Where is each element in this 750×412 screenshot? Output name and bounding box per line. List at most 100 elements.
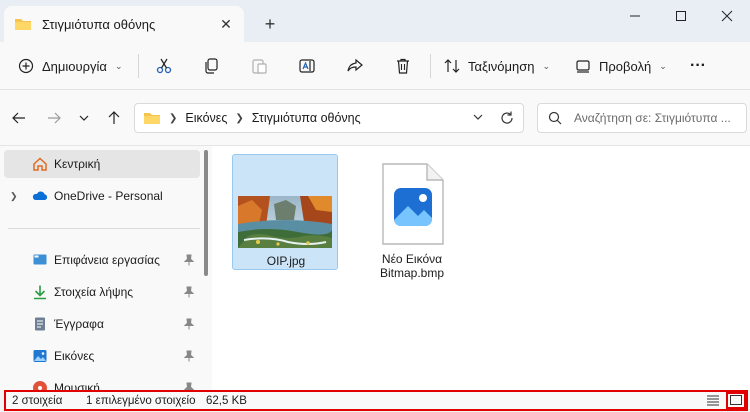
scissors-icon (156, 58, 172, 74)
folder-icon (15, 19, 31, 30)
documents-icon (35, 317, 45, 331)
navigation-bar: ❯ Εικόνες ❯ Στιγμιότυπα οθόνης Αναζήτηση… (0, 90, 750, 146)
forward-button[interactable] (44, 108, 64, 128)
chevron-down-icon: ⌄ (542, 60, 550, 71)
refresh-button[interactable] (499, 110, 515, 129)
new-tab-button[interactable]: + (258, 12, 282, 36)
up-button[interactable] (104, 108, 124, 128)
recent-locations-button[interactable] (74, 108, 94, 128)
view-button[interactable]: Προβολή ⌄ (575, 50, 667, 82)
navigation-pane: Κεντρική ❯ OneDrive - Personal Επιφάνεια… (0, 146, 212, 390)
file-name-line-2: Bitmap.bmp (379, 266, 445, 280)
file-name: OIP.jpg (266, 254, 306, 268)
minimize-button[interactable] (612, 0, 658, 32)
chevron-down-icon (79, 115, 89, 121)
chevron-right-icon: ❯ (169, 112, 178, 124)
sidebar-item-label: Κεντρική (54, 157, 101, 171)
sidebar-item-documents[interactable]: Έγγραφα (0, 310, 200, 338)
close-tab-icon[interactable]: ✕ (216, 14, 236, 34)
folder-icon (144, 113, 160, 124)
share-button[interactable] (346, 50, 364, 82)
maximize-button[interactable] (658, 0, 704, 32)
details-view-button[interactable] (706, 394, 722, 408)
status-bar: 2 στοιχεία 1 επιλεγμένο στοιχείο 62,5 KB (4, 390, 748, 411)
divider (430, 54, 431, 78)
refresh-icon (501, 111, 513, 124)
sidebar-item-label: Εικόνες (54, 349, 95, 363)
desktop-icon (33, 254, 47, 265)
copy-icon (205, 58, 218, 74)
divider (8, 228, 200, 229)
file-item-bitmap[interactable]: Νέο Εικόνα Bitmap.bmp (359, 154, 465, 280)
pin-icon[interactable] (184, 382, 194, 390)
arrow-left-icon (12, 112, 25, 124)
arrow-right-icon (48, 112, 61, 124)
address-bar[interactable]: ❯ Εικόνες ❯ Στιγμιότυπα οθόνης (134, 103, 524, 133)
sidebar-item-pictures[interactable]: Εικόνες (0, 342, 200, 370)
paste-button[interactable] (250, 50, 268, 82)
arrow-up-icon (108, 111, 120, 124)
tab-screenshots[interactable]: Στιγμιότυπα οθόνης ✕ (4, 6, 244, 42)
back-button[interactable] (9, 108, 29, 128)
new-button[interactable]: Δημιουργία ⌄ (18, 50, 122, 82)
file-list: OIP.jpg Νέο Εικόνα Bitmap.bmp (212, 146, 750, 390)
sidebar-item-label: Επιφάνεια εργασίας (54, 253, 160, 267)
sidebar-item-label: Έγγραφα (54, 317, 104, 331)
divider (138, 54, 139, 78)
onedrive-icon (32, 191, 48, 200)
pin-icon[interactable] (184, 318, 194, 330)
cut-button[interactable] (155, 50, 173, 82)
copy-button[interactable] (202, 50, 220, 82)
pin-icon[interactable] (184, 286, 194, 298)
view-icon (576, 60, 590, 73)
chevron-right-icon[interactable]: ❯ (10, 191, 18, 202)
sidebar-item-home[interactable]: Κεντρική (4, 150, 200, 178)
chevron-down-icon: ⌄ (114, 60, 123, 71)
image-thumbnail (238, 196, 332, 248)
search-placeholder: Αναζήτηση σε: Στιγμιότυπα ... (574, 111, 731, 125)
new-label: Δημιουργία (42, 58, 107, 74)
close-window-button[interactable] (704, 0, 750, 32)
file-name-line-1: Νέο Εικόνα (381, 252, 443, 266)
address-history-dropdown[interactable] (473, 112, 483, 125)
command-bar: Δημιουργία ⌄ Ταξινόμηση ⌄ Προβολή ⌄ ··· (0, 42, 750, 90)
file-item-oip[interactable]: OIP.jpg (232, 154, 338, 270)
sidebar-item-label: Μουσική (54, 381, 100, 390)
breadcrumb-pictures[interactable]: Εικόνες (185, 111, 227, 125)
search-box[interactable]: Αναζήτηση σε: Στιγμιότυπα ... (537, 103, 747, 133)
rename-icon (299, 59, 315, 73)
music-icon (33, 381, 47, 390)
large-icons-view-button[interactable] (726, 392, 746, 409)
pin-icon[interactable] (184, 254, 194, 266)
close-icon (721, 10, 733, 22)
pictures-icon (33, 350, 47, 362)
share-icon (347, 58, 363, 72)
chevron-down-icon (473, 114, 483, 120)
delete-button[interactable] (394, 50, 412, 82)
bitmap-file-icon (382, 163, 444, 245)
plus-circle-icon (18, 58, 34, 74)
home-icon (33, 157, 47, 171)
breadcrumb-screenshots[interactable]: Στιγμιότυπα οθόνης (252, 111, 361, 125)
item-count: 2 στοιχεία (12, 395, 63, 407)
chevron-down-icon: ⌄ (659, 60, 667, 71)
search-icon (548, 111, 562, 125)
title-bar: Στιγμιότυπα οθόνης ✕ + (0, 0, 750, 42)
selected-count: 1 επιλεγμένο στοιχείο (86, 395, 196, 407)
pin-icon[interactable] (184, 350, 194, 362)
sort-button[interactable]: Ταξινόμηση ⌄ (444, 50, 550, 82)
paste-icon (252, 59, 267, 74)
more-options-button[interactable]: ··· (690, 50, 706, 82)
download-icon (34, 285, 46, 300)
selected-size: 62,5 KB (206, 395, 247, 407)
sort-label: Ταξινόμηση (468, 58, 535, 74)
sidebar-item-desktop[interactable]: Επιφάνεια εργασίας (0, 246, 200, 274)
sidebar-scrollbar[interactable] (204, 150, 208, 276)
view-label: Προβολή (599, 58, 652, 74)
sidebar-item-music[interactable]: Μουσική (0, 374, 200, 390)
chevron-right-icon: ❯ (235, 112, 244, 124)
sidebar-item-onedrive[interactable]: ❯ OneDrive - Personal (0, 182, 200, 210)
sidebar-item-downloads[interactable]: Στοιχεία λήψης (0, 278, 200, 306)
sort-icon (444, 59, 460, 73)
rename-button[interactable] (298, 50, 316, 82)
